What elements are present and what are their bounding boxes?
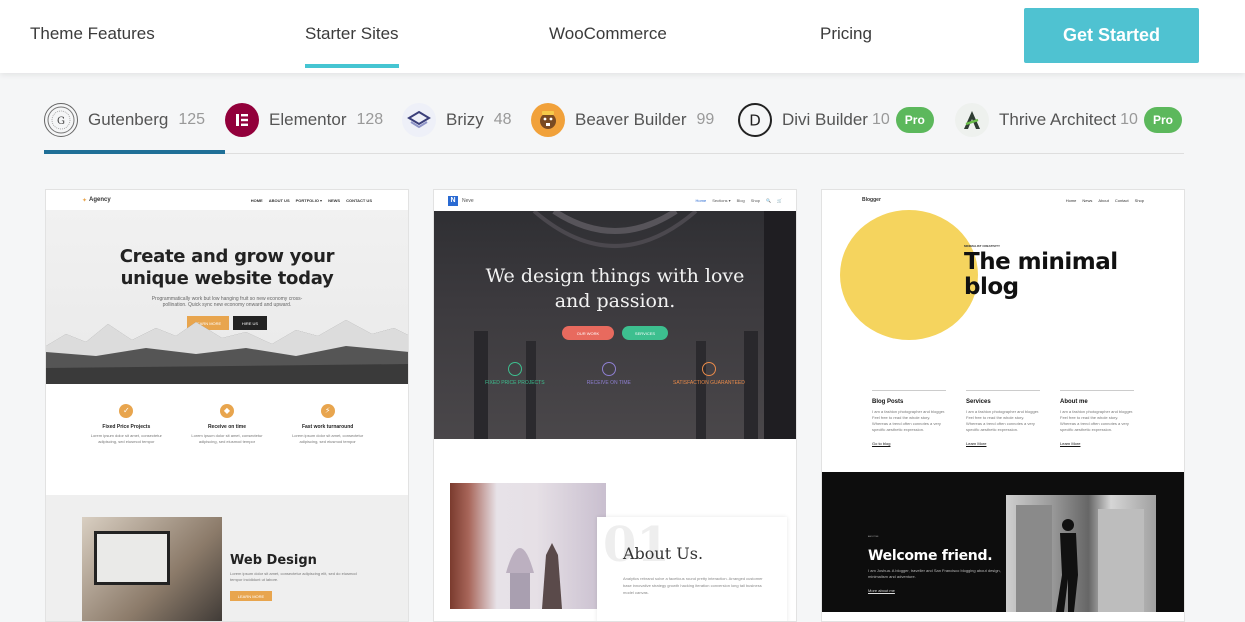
- builder-name: Elementor: [269, 110, 347, 129]
- builder-name: Brizy: [446, 110, 484, 129]
- gutenberg-icon: G: [44, 103, 78, 137]
- feature-item: FIXED PRICE PROJECTS: [485, 362, 545, 386]
- preview-welcome-section: ABOUT ME Welcome friend. I am Joshua. A …: [822, 472, 1184, 612]
- preview-header: Blogger Home News About Contact Shop: [822, 190, 1184, 210]
- tab-beaver-builder[interactable]: Beaver Builder 99: [531, 102, 714, 138]
- about-description: Analytics rebrand solve a faceticus roun…: [623, 576, 763, 595]
- feature-item: SATISFACTION GUARANTEED: [673, 362, 745, 386]
- preview-features: FIXED PRICE PROJECTS RECEIVE ON TIME SAT…: [434, 362, 796, 386]
- preview-menu: Home News About Contact Shop: [1065, 197, 1144, 203]
- builder-count: 48: [493, 111, 512, 128]
- bolt-icon: ⚡: [320, 404, 335, 418]
- preview-title: We design things with love and passion.: [485, 265, 745, 312]
- street-photo-image: [1006, 495, 1156, 612]
- nav-pricing[interactable]: Pricing: [820, 24, 872, 44]
- about-card: 01 About Us. Analytics rebrand solve a f…: [597, 517, 787, 621]
- preview-title: The minimal blog: [964, 249, 1118, 300]
- tab-thrive-architect[interactable]: Thrive Architect 10 Pro: [955, 102, 1182, 138]
- nav-theme-features[interactable]: Theme Features: [30, 24, 155, 44]
- preview-about-section: 01 About Us. Analytics rebrand solve a f…: [434, 439, 796, 621]
- tab-brizy[interactable]: Brizy 48: [402, 102, 512, 138]
- preview-web-design-section: Web Design Lorem ipsum dolor sit amet, c…: [46, 495, 408, 621]
- smile-icon: [701, 362, 716, 376]
- builder-name: Divi Builder: [782, 110, 868, 129]
- preview-our-work-button: OUR WORK: [562, 326, 614, 340]
- preview-title: Create and grow your unique website today: [119, 246, 335, 289]
- preview-services-button: SERVICES: [622, 326, 668, 340]
- check-icon: ✓: [119, 404, 134, 418]
- section-title: Web Design: [230, 553, 317, 568]
- monument-image: [450, 483, 606, 609]
- dollar-icon: [507, 362, 522, 376]
- preview-hero: We design things with love and passion. O…: [434, 211, 796, 439]
- builder-tabs: G Gutenberg 125 Elementor 128 Brizy 48 B…: [44, 100, 1184, 154]
- divi-icon: D: [738, 103, 772, 137]
- section-button: LEARN MORE: [230, 591, 272, 601]
- diamond-icon: ◆: [219, 404, 234, 418]
- builder-name: Gutenberg: [88, 110, 169, 129]
- neve-logo-icon: N: [448, 195, 458, 206]
- get-started-button[interactable]: Get Started: [1024, 8, 1199, 63]
- elementor-icon: [225, 103, 259, 137]
- welcome-title: Welcome friend.: [868, 548, 993, 564]
- builder-count: 10: [871, 111, 890, 128]
- welcome-kicker: ABOUT ME: [868, 536, 879, 538]
- clock-icon: [601, 362, 616, 376]
- preview-logo: ✦ Agency: [82, 197, 111, 204]
- builder-name: Thrive Architect: [999, 110, 1117, 129]
- top-navigation: Theme Features Starter Sites WooCommerce…: [0, 0, 1245, 73]
- welcome-description: I am Joshua. A blogger, traveller and Sa…: [868, 568, 1001, 579]
- column-item: Services I am a fashion photographer and …: [966, 390, 1040, 472]
- builder-count: 128: [356, 111, 384, 128]
- brizy-icon: [402, 103, 436, 137]
- column-item: Blog Posts I am a fashion photographer an…: [872, 390, 946, 472]
- yellow-circle-shape: [840, 210, 978, 340]
- starter-site-card-blogger[interactable]: Blogger Home News About Contact Shop MINIMAL…: [821, 189, 1185, 622]
- tab-gutenberg[interactable]: G Gutenberg 125: [44, 102, 226, 154]
- feature-item: ◆ Receive on time Lorem ipsum dolor sit am…: [191, 404, 263, 444]
- preview-logo: Blogger: [862, 197, 881, 203]
- builder-name: Beaver Builder: [575, 110, 687, 129]
- preview-header: N Neve Home Sections ▾ Blog Shop 🔍 🛒: [434, 190, 796, 211]
- builder-count: 99: [696, 111, 715, 128]
- welcome-link: More about me: [868, 588, 895, 593]
- monitor-image: [94, 531, 170, 585]
- section-description: Lorem ipsum dolor sit amet, consectetur …: [230, 571, 357, 582]
- preview-features: ✓ Fixed Price Projects Lorem ipsum dolor s…: [46, 384, 408, 495]
- feature-item: RECEIVE ON TIME: [587, 362, 631, 386]
- preview-menu: HOME ABOUT US PORTFOLIO ▾ NEWS CONTACT US: [250, 197, 372, 203]
- beaver-builder-icon: [531, 103, 565, 137]
- preview-kicker: MINIMALIST CREATIVITY: [964, 244, 1000, 248]
- starter-site-card-agency[interactable]: ✦ Agency HOME ABOUT US PORTFOLIO ▾ NEWS CONTA…: [45, 189, 409, 622]
- feature-item: ⚡ Fast work turnaround Lorem ipsum dolor s…: [292, 404, 364, 444]
- starter-site-card-neve[interactable]: N Neve Home Sections ▾ Blog Shop 🔍 🛒 We desig…: [433, 189, 797, 622]
- preview-columns: Blog Posts I am a fashion photographer an…: [822, 360, 1184, 472]
- svg-text:D: D: [749, 112, 761, 130]
- tab-elementor[interactable]: Elementor 128: [225, 102, 383, 138]
- nav-starter-sites[interactable]: Starter Sites: [305, 24, 399, 68]
- column-item: About me I am a fashion photographer and …: [1060, 390, 1134, 472]
- builder-count: 10: [1120, 111, 1138, 128]
- svg-text:G: G: [57, 116, 65, 127]
- thrive-icon: [955, 103, 989, 137]
- tab-divi-builder[interactable]: D Divi Builder 10 Pro: [738, 102, 934, 138]
- builder-count: 125: [178, 111, 206, 128]
- preview-hero: Create and grow your unique website today…: [46, 210, 408, 384]
- preview-logo: Neve: [462, 197, 474, 204]
- preview-hero: MINIMALIST CREATIVITY The minimal blog: [822, 210, 1184, 360]
- preview-menu: Home Sections ▾ Blog Shop 🔍 🛒: [695, 198, 782, 203]
- feature-item: ✓ Fixed Price Projects Lorem ipsum dolor s…: [90, 404, 162, 444]
- nav-woocommerce[interactable]: WooCommerce: [549, 24, 667, 44]
- preview-header: ✦ Agency HOME ABOUT US PORTFOLIO ▾ NEWS CONTA…: [46, 190, 408, 210]
- about-title: About Us.: [623, 544, 704, 563]
- pro-badge: Pro: [895, 107, 934, 133]
- pro-badge: Pro: [1143, 107, 1182, 133]
- mountain-image: [46, 320, 408, 384]
